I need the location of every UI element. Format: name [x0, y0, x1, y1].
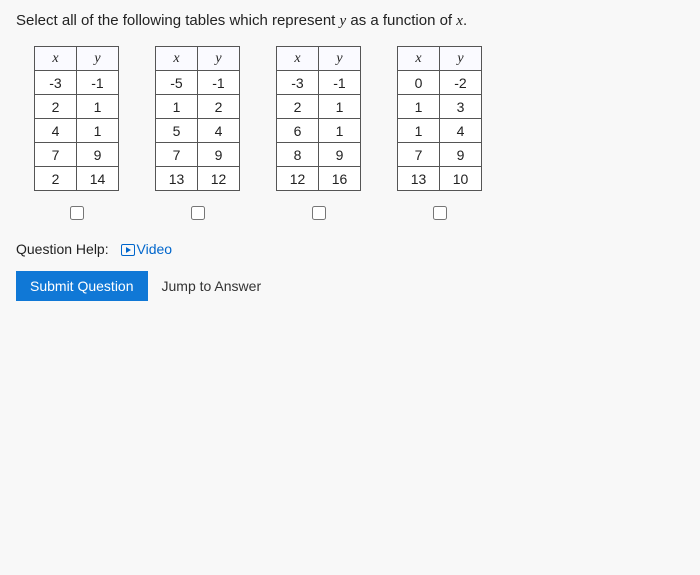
table-row: 54 [156, 119, 240, 143]
table-row: -5-1 [156, 71, 240, 95]
table-4-checkbox[interactable] [433, 206, 447, 220]
col-header-y: y [198, 47, 240, 71]
submit-button[interactable]: Submit Question [16, 271, 148, 301]
table-row: 21 [277, 95, 361, 119]
data-table-2: xy -5-1 12 54 79 1312 [155, 46, 240, 191]
video-link[interactable]: Video [121, 241, 173, 257]
col-header-y: y [319, 47, 361, 71]
table-row: 0-2 [398, 71, 482, 95]
table-3-checkbox[interactable] [312, 206, 326, 220]
table-block-2: xy -5-1 12 54 79 1312 [155, 46, 240, 223]
table-row: 79 [398, 143, 482, 167]
jump-to-answer-link[interactable]: Jump to Answer [162, 278, 262, 294]
table-row: 1216 [277, 167, 361, 191]
table-row: -3-1 [35, 71, 119, 95]
col-header-x: x [398, 47, 440, 71]
table-row: 79 [35, 143, 119, 167]
col-header-x: x [156, 47, 198, 71]
question-help-row: Question Help: Video [16, 241, 684, 257]
data-table-4: xy 0-2 13 14 79 1310 [397, 46, 482, 191]
video-icon [121, 244, 135, 256]
prompt-mid: as a function of [346, 12, 456, 29]
col-header-x: x [277, 47, 319, 71]
help-label: Question Help: [16, 241, 109, 257]
table-block-1: xy -3-1 21 41 79 214 [34, 46, 119, 223]
table-row: 214 [35, 167, 119, 191]
table-row: 13 [398, 95, 482, 119]
table-row: 21 [35, 95, 119, 119]
table-block-3: xy -3-1 21 61 89 1216 [276, 46, 361, 223]
table-2-checkbox[interactable] [191, 206, 205, 220]
prompt-var-x: x [456, 13, 463, 29]
table-row: -3-1 [277, 71, 361, 95]
table-block-4: xy 0-2 13 14 79 1310 [397, 46, 482, 223]
table-row: 1310 [398, 167, 482, 191]
data-table-1: xy -3-1 21 41 79 214 [34, 46, 119, 191]
table-1-checkbox[interactable] [70, 206, 84, 220]
data-table-3: xy -3-1 21 61 89 1216 [276, 46, 361, 191]
table-row: 41 [35, 119, 119, 143]
col-header-y: y [440, 47, 482, 71]
question-prompt: Select all of the following tables which… [16, 12, 684, 30]
col-header-y: y [77, 47, 119, 71]
table-row: 12 [156, 95, 240, 119]
table-row: 61 [277, 119, 361, 143]
table-row: 79 [156, 143, 240, 167]
col-header-x: x [35, 47, 77, 71]
table-row: 89 [277, 143, 361, 167]
button-row: Submit Question Jump to Answer [16, 271, 684, 301]
prompt-post: . [463, 12, 467, 29]
tables-container: xy -3-1 21 41 79 214 xy -5-1 12 54 79 13… [16, 46, 684, 223]
table-row: 14 [398, 119, 482, 143]
prompt-pre: Select all of the following tables which… [16, 12, 340, 29]
table-row: 1312 [156, 167, 240, 191]
video-link-label: Video [137, 241, 173, 257]
